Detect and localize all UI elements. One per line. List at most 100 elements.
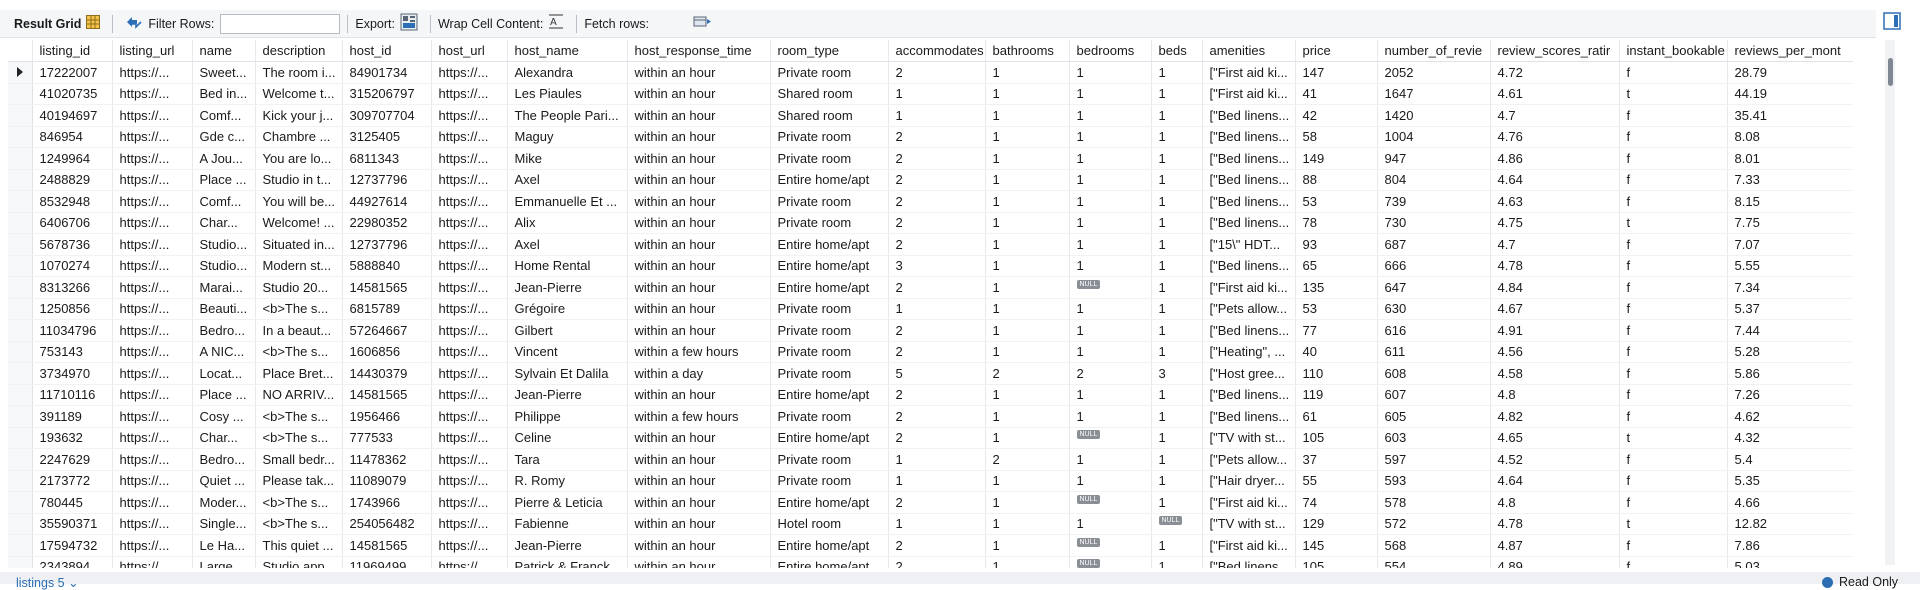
table-cell[interactable]: within an hour: [627, 534, 771, 557]
table-cell[interactable]: f: [1619, 190, 1728, 213]
table-cell[interactable]: f: [1619, 362, 1728, 385]
column-header-amenities[interactable]: amenities: [1202, 40, 1296, 62]
table-cell[interactable]: 93: [1295, 233, 1378, 256]
table-cell[interactable]: 1: [985, 147, 1070, 170]
table-cell[interactable]: 2343894: [32, 556, 113, 568]
table-cell[interactable]: Axel: [507, 233, 628, 256]
row-selector[interactable]: [8, 61, 33, 84]
table-cell[interactable]: Private room: [770, 126, 889, 148]
table-cell[interactable]: ["Bed linens...: [1202, 255, 1296, 277]
filter-rows-input[interactable]: [220, 13, 341, 34]
table-row[interactable]: 846954 https://... Gde c... Chambre ... 3125…: [8, 126, 1853, 148]
table-cell[interactable]: within an hour: [627, 513, 771, 535]
column-header-price[interactable]: price: [1295, 40, 1378, 62]
table-cell[interactable]: ["Bed linens...: [1202, 556, 1296, 568]
table-cell[interactable]: t: [1619, 83, 1728, 105]
table-cell[interactable]: 1: [1151, 491, 1203, 514]
table-cell[interactable]: 4.64: [1490, 470, 1620, 492]
table-cell[interactable]: Welcome! ...: [255, 212, 343, 234]
table-cell[interactable]: Please tak...: [255, 470, 343, 492]
table-cell[interactable]: https://...: [112, 384, 193, 406]
table-cell[interactable]: 568: [1377, 534, 1491, 557]
table-cell[interactable]: https://...: [112, 255, 193, 277]
table-cell[interactable]: Moder...: [192, 491, 256, 514]
column-header-room-type[interactable]: room_type: [770, 40, 889, 62]
row-selector[interactable]: [8, 491, 33, 514]
table-cell[interactable]: Axel: [507, 169, 628, 191]
table-cell[interactable]: 14581565: [342, 384, 432, 406]
table-cell[interactable]: ["Bed linens...: [1202, 319, 1296, 342]
table-cell[interactable]: https://...: [112, 169, 193, 191]
table-cell[interactable]: Modern st...: [255, 255, 343, 277]
table-cell[interactable]: 145: [1295, 534, 1378, 557]
table-cell[interactable]: 687: [1377, 233, 1491, 256]
table-cell[interactable]: 5: [888, 362, 986, 385]
table-cell[interactable]: 8.15: [1727, 190, 1853, 213]
row-selector[interactable]: [8, 513, 33, 535]
table-cell[interactable]: https://...: [112, 276, 193, 299]
table-cell[interactable]: within a day: [627, 362, 771, 385]
table-cell[interactable]: <b>The s...: [255, 513, 343, 535]
table-cell[interactable]: 14430379: [342, 362, 432, 385]
table-cell[interactable]: 7.07: [1727, 233, 1853, 256]
table-cell[interactable]: 135: [1295, 276, 1378, 299]
column-header-review-scores-ratir[interactable]: review_scores_ratir: [1490, 40, 1620, 62]
table-cell[interactable]: 4.87: [1490, 534, 1620, 557]
table-row[interactable]: 1070274 https://... Studio... Modern st... 5…: [8, 255, 1853, 277]
table-cell[interactable]: 391189: [32, 405, 113, 428]
table-cell[interactable]: 8.08: [1727, 126, 1853, 148]
table-cell[interactable]: 2: [888, 61, 986, 84]
table-cell[interactable]: Entire home/apt: [770, 556, 889, 568]
table-cell[interactable]: https://...: [431, 104, 508, 127]
table-cell[interactable]: Studio...: [192, 255, 256, 277]
table-cell[interactable]: f: [1619, 255, 1728, 277]
table-cell[interactable]: 6811343: [342, 147, 432, 170]
table-cell[interactable]: Private room: [770, 298, 889, 320]
table-cell[interactable]: 2: [888, 233, 986, 256]
table-cell[interactable]: 3734970: [32, 362, 113, 385]
row-selector[interactable]: [8, 212, 33, 234]
table-cell[interactable]: Studio...: [192, 233, 256, 256]
table-cell[interactable]: 1: [1151, 470, 1203, 492]
table-cell[interactable]: 1: [985, 126, 1070, 148]
table-cell[interactable]: Large ...: [192, 556, 256, 568]
table-cell[interactable]: 44927614: [342, 190, 432, 213]
table-cell[interactable]: ["Bed linens...: [1202, 384, 1296, 406]
table-cell[interactable]: Grégoire: [507, 298, 628, 320]
table-cell[interactable]: 40: [1295, 341, 1378, 363]
table-cell[interactable]: https://...: [431, 319, 508, 342]
row-selector[interactable]: [8, 126, 33, 148]
table-cell[interactable]: 5.4: [1727, 448, 1853, 471]
table-cell[interactable]: 2: [888, 147, 986, 170]
table-cell[interactable]: 1: [888, 298, 986, 320]
table-cell[interactable]: https://...: [431, 427, 508, 449]
table-cell[interactable]: https://...: [431, 341, 508, 363]
table-cell[interactable]: https://...: [112, 83, 193, 105]
table-row[interactable]: 40194697 https://... Comf... Kick your j...…: [8, 104, 1853, 127]
table-cell[interactable]: 2: [985, 362, 1070, 385]
table-cell[interactable]: 42: [1295, 104, 1378, 127]
table-cell[interactable]: 1: [1151, 212, 1203, 234]
table-cell[interactable]: 61: [1295, 405, 1378, 428]
table-cell[interactable]: 1: [1069, 470, 1152, 492]
table-cell[interactable]: Place ...: [192, 384, 256, 406]
table-cell[interactable]: https://...: [431, 491, 508, 514]
table-cell[interactable]: 41020735: [32, 83, 113, 105]
table-cell[interactable]: <b>The s...: [255, 427, 343, 449]
table-cell[interactable]: https://...: [431, 169, 508, 191]
table-cell[interactable]: Shared room: [770, 83, 889, 105]
table-cell[interactable]: Situated in...: [255, 233, 343, 256]
row-selector[interactable]: [8, 190, 33, 213]
column-header-bathrooms[interactable]: bathrooms: [985, 40, 1070, 62]
table-cell[interactable]: 572: [1377, 513, 1491, 535]
table-cell[interactable]: 1: [985, 341, 1070, 363]
table-cell[interactable]: 1: [1151, 255, 1203, 277]
table-cell[interactable]: 4.7: [1490, 233, 1620, 256]
table-cell[interactable]: 119: [1295, 384, 1378, 406]
table-cell[interactable]: 2: [888, 405, 986, 428]
table-cell[interactable]: f: [1619, 341, 1728, 363]
table-cell[interactable]: within a few hours: [627, 341, 771, 363]
table-cell[interactable]: 1: [1069, 190, 1152, 213]
table-cell[interactable]: 78: [1295, 212, 1378, 234]
table-cell[interactable]: 4.78: [1490, 255, 1620, 277]
